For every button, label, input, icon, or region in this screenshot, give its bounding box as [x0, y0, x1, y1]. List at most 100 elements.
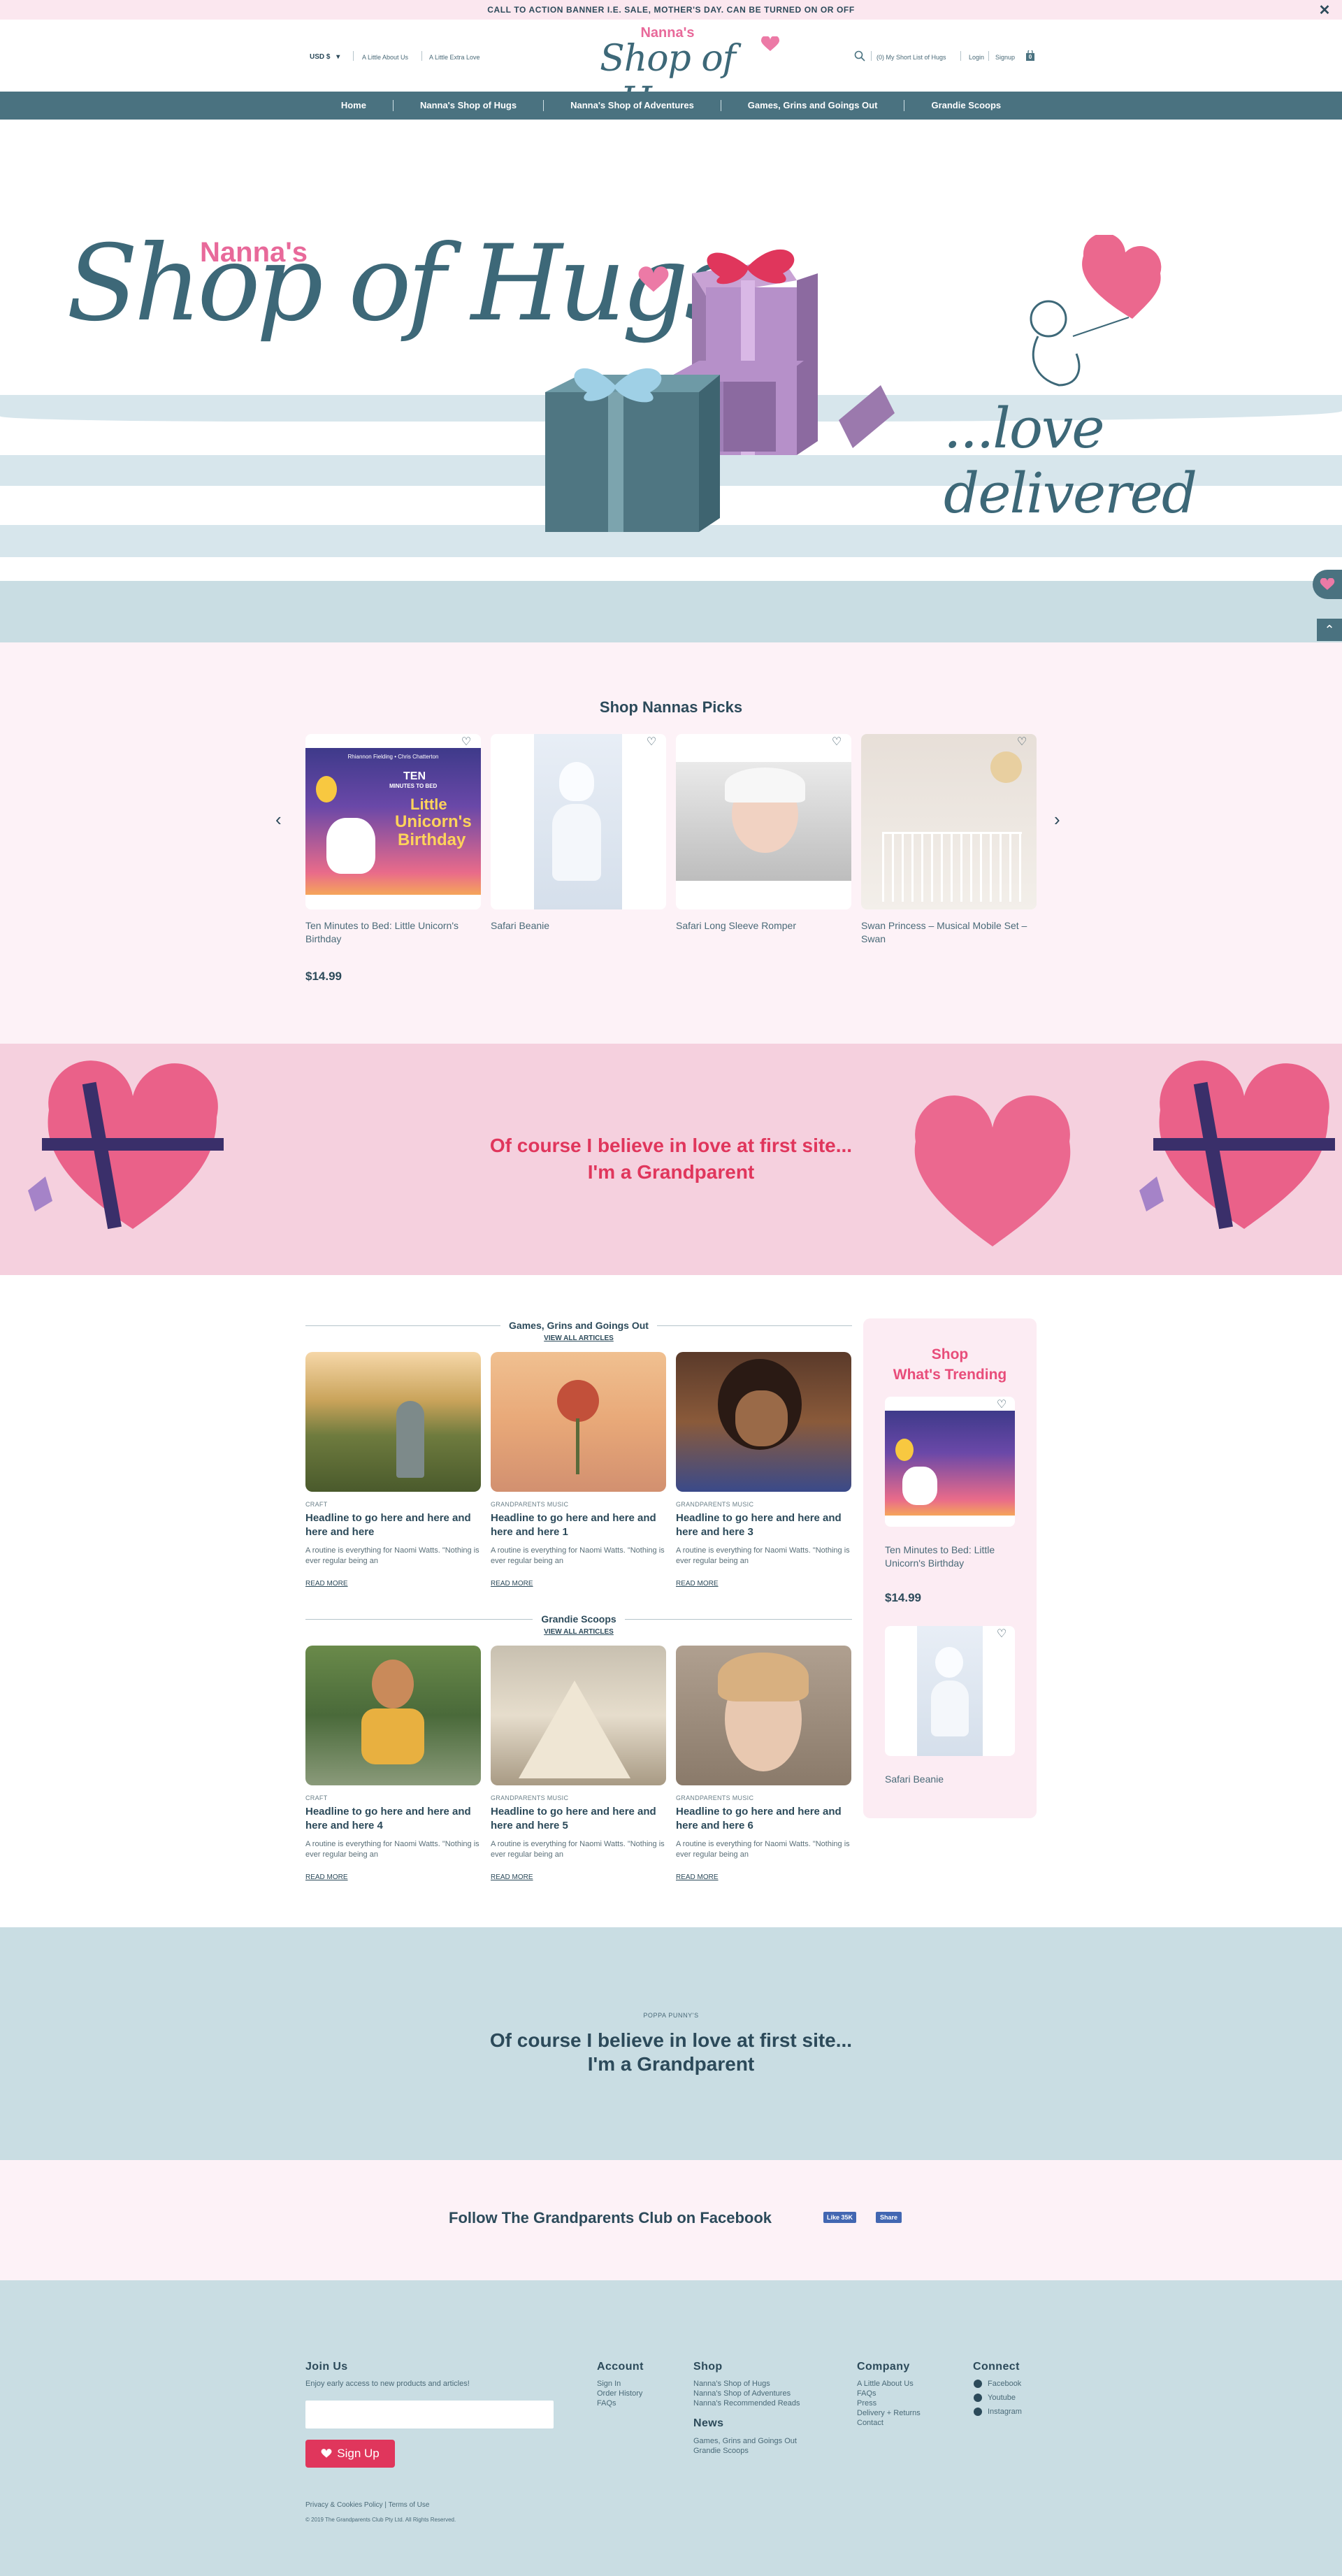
article-image[interactable]: [491, 1646, 666, 1785]
quote-line1: Of course I believe in love at first sit…: [489, 2029, 853, 2051]
footer-link[interactable]: Contact: [857, 2419, 883, 2428]
nav-shop-of-hugs[interactable]: Nanna's Shop of Hugs: [394, 100, 544, 111]
footer-link[interactable]: Press: [857, 2399, 876, 2408]
product-image[interactable]: [885, 1626, 1015, 1756]
footer-news-title: News: [693, 2417, 724, 2429]
footer-join-text: Enjoy early access to new products and a…: [305, 2380, 470, 2388]
hero-tagline: ...love delivered: [944, 396, 1197, 526]
product-title[interactable]: Swan Princess – Musical Mobile Set – Swa…: [861, 919, 1037, 946]
footer-link[interactable]: Nanna's Recommended Reads: [693, 2399, 800, 2408]
article-excerpt: A routine is everything for Naomi Watts.…: [305, 1840, 479, 1859]
footer-link[interactable]: Grandie Scoops: [693, 2447, 749, 2456]
wishlist-heart-icon[interactable]: ♡: [644, 734, 659, 749]
facebook-share-button[interactable]: Share: [876, 2212, 902, 2223]
article-image[interactable]: [676, 1646, 851, 1785]
footer-link[interactable]: FAQs: [597, 2399, 616, 2408]
product-title[interactable]: Safari Beanie: [491, 919, 666, 933]
facebook-like-button[interactable]: Like 35K: [823, 2212, 857, 2223]
article-image[interactable]: [305, 1646, 481, 1785]
youtube-icon[interactable]: [974, 2394, 982, 2402]
footer-link[interactable]: Delivery + Returns: [857, 2409, 921, 2418]
footer-link[interactable]: Nanna's Shop of Hugs: [693, 2380, 770, 2389]
product-title[interactable]: Ten Minutes to Bed: Little Unicorn's Bir…: [305, 919, 481, 946]
article-headline[interactable]: Headline to go here and here and here an…: [305, 1511, 480, 1539]
nav-home[interactable]: Home: [315, 100, 394, 111]
wishlist-heart-icon[interactable]: ♡: [829, 734, 844, 749]
nav-games-grins[interactable]: Games, Grins and Goings Out: [721, 100, 905, 111]
read-more-link[interactable]: READ MORE: [305, 1873, 348, 1881]
article-category: GRANDPARENTS MUSIC: [676, 1794, 754, 1801]
book-cover-subtitle: MINUTES TO BED: [389, 783, 438, 789]
article-headline[interactable]: Headline to go here and here and here an…: [305, 1805, 480, 1833]
read-more-link[interactable]: READ MORE: [305, 1580, 348, 1588]
love-banner: Of course I believe in love at first sit…: [0, 1044, 1342, 1275]
book-cover-authors: Rhiannon Fielding • Chris Chatterton: [347, 754, 439, 760]
wishlist-heart-icon[interactable]: ♡: [1014, 734, 1030, 749]
product-image[interactable]: [885, 1397, 1015, 1527]
scroll-up-icon[interactable]: ⌃: [1317, 619, 1342, 641]
nav-grandie-scoops[interactable]: Grandie Scoops: [904, 100, 1027, 111]
product-title[interactable]: Safari Beanie: [885, 1773, 1021, 1786]
article-headline[interactable]: Headline to go here and here and here an…: [676, 1805, 851, 1833]
signup-button[interactable]: Sign Up: [305, 2440, 395, 2468]
chevron-down-icon: ▾: [336, 53, 340, 61]
footer-link[interactable]: Sign In: [597, 2380, 621, 2389]
facebook-icon[interactable]: [974, 2380, 982, 2388]
footer-company-title: Company: [857, 2361, 910, 2373]
product-image[interactable]: Rhiannon Fielding • Chris Chatterton TEN…: [305, 734, 481, 909]
side-love-tab[interactable]: [1313, 570, 1342, 599]
nav-shop-of-adventures[interactable]: Nanna's Shop of Adventures: [544, 100, 721, 111]
wishlist-heart-icon[interactable]: ♡: [994, 1626, 1009, 1641]
product-image[interactable]: [491, 734, 666, 909]
gift-boxes-illustration: [545, 249, 895, 532]
footer-link[interactable]: Facebook: [988, 2380, 1021, 2389]
read-more-link[interactable]: READ MORE: [676, 1873, 719, 1881]
gift-heart-right-illustration: [1139, 1060, 1335, 1230]
article-image[interactable]: [305, 1352, 481, 1492]
article-headline[interactable]: Headline to go here and here and here an…: [491, 1805, 665, 1833]
picks-title: Shop Nannas Picks: [599, 698, 743, 716]
product-title[interactable]: Ten Minutes to Bed: Little Unicorn's Bir…: [885, 1544, 1021, 1570]
footer-link[interactable]: Youtube: [988, 2394, 1016, 2403]
newsletter-email-input[interactable]: [305, 2401, 554, 2429]
article-headline[interactable]: Headline to go here and here and here an…: [676, 1511, 851, 1539]
shortlist-link[interactable]: (0) My Short List of Hugs: [876, 54, 946, 61]
footer-link[interactable]: FAQs: [857, 2389, 876, 2398]
article-image[interactable]: [491, 1352, 666, 1492]
currency-select[interactable]: USD $ ▾: [310, 53, 340, 61]
instagram-icon[interactable]: [974, 2408, 982, 2416]
footer-join-title: Join Us: [305, 2361, 348, 2373]
wishlist-heart-icon[interactable]: ♡: [459, 734, 474, 749]
footer-link[interactable]: Games, Grins and Goings Out: [693, 2437, 797, 2446]
product-title[interactable]: Safari Long Sleeve Romper: [676, 919, 851, 933]
article-image[interactable]: [676, 1352, 851, 1492]
footer-link[interactable]: Nanna's Shop of Adventures: [693, 2389, 791, 2398]
extra-love-link[interactable]: A Little Extra Love: [429, 54, 480, 61]
article-headline[interactable]: Headline to go here and here and here an…: [491, 1511, 665, 1539]
login-link[interactable]: Login: [969, 54, 984, 61]
product-image[interactable]: [676, 734, 851, 909]
book-cover-title-line: Unicorn's: [395, 812, 472, 831]
read-more-link[interactable]: READ MORE: [491, 1873, 533, 1881]
about-link[interactable]: A Little About Us: [362, 54, 408, 61]
carousel-next-icon[interactable]: ›: [1054, 809, 1060, 830]
article-category: GRANDPARENTS MUSIC: [676, 1501, 754, 1508]
close-icon[interactable]: ✕: [1319, 1, 1331, 19]
read-more-link[interactable]: READ MORE: [491, 1580, 533, 1588]
product-image[interactable]: [861, 734, 1037, 909]
footer-link[interactable]: A Little About Us: [857, 2380, 914, 2389]
facebook-section: Follow The Grandparents Club on Facebook…: [0, 2160, 1342, 2280]
hero-banner: Nanna's Shop of Hugs ...love delivered: [0, 120, 1342, 642]
article-category: CRAFT: [305, 1501, 328, 1508]
footer-link[interactable]: Order History: [597, 2389, 642, 2398]
read-more-link[interactable]: READ MORE: [676, 1580, 719, 1588]
search-icon[interactable]: [854, 50, 865, 62]
signup-link[interactable]: Signup: [995, 54, 1015, 61]
logo[interactable]: Nanna's Shop of Hugs: [552, 25, 783, 122]
carousel-prev-icon[interactable]: ‹: [275, 809, 282, 830]
legal-links[interactable]: Privacy & Cookies Policy | Terms of Use: [305, 2501, 429, 2510]
footer-link[interactable]: Instagram: [988, 2408, 1022, 2417]
product-price: $14.99: [885, 1591, 921, 1604]
cart-icon[interactable]: 0: [1025, 49, 1035, 62]
wishlist-heart-icon[interactable]: ♡: [994, 1397, 1009, 1412]
